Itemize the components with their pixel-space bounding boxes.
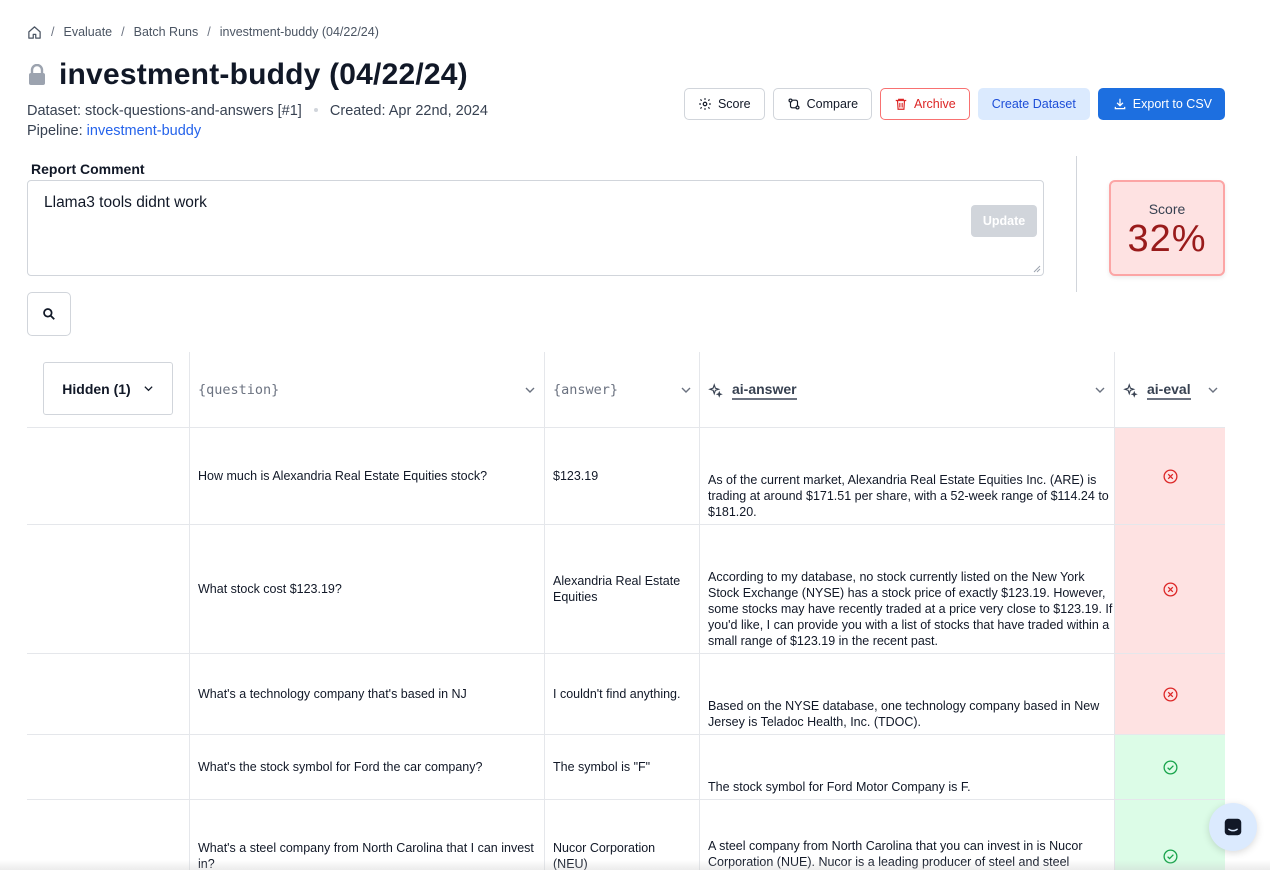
results-table: Hidden (1) {question} {answer} ai-answer… — [27, 352, 1225, 870]
search-icon — [43, 308, 55, 320]
compare-button-label: Compare — [806, 97, 859, 111]
meta-dot-separator — [313, 107, 318, 112]
compare-button[interactable]: Compare — [772, 88, 873, 120]
export-csv-button[interactable]: Export to CSV — [1097, 88, 1225, 120]
chat-launcher-button[interactable] — [1209, 803, 1257, 851]
dataset-value: stock-questions-and-answers [#1] — [85, 103, 302, 119]
ai-eval-cell — [1115, 735, 1225, 799]
breadcrumb-separator: / — [207, 25, 211, 39]
column-header-ai-eval-label: ai-eval — [1147, 381, 1191, 400]
breadcrumb-evaluate[interactable]: Evaluate — [63, 25, 112, 39]
table-row[interactable]: What stock cost $123.19? Alexandria Real… — [27, 525, 1225, 654]
table-header: Hidden (1) {question} {answer} ai-answer… — [27, 352, 1225, 428]
sparkle-icon — [1123, 382, 1138, 398]
update-button[interactable]: Update — [971, 205, 1037, 237]
breadcrumb-current: investment-buddy (04/22/24) — [219, 25, 379, 39]
report-comment-value: Llama3 tools didnt work — [44, 194, 207, 211]
create-dataset-label: Create Dataset — [991, 97, 1076, 111]
hidden-columns-label: Hidden (1) — [62, 380, 131, 397]
answer-cell: I couldn't find anything. — [553, 687, 681, 701]
home-icon[interactable] — [27, 25, 42, 40]
chevron-down-icon[interactable] — [1094, 384, 1106, 396]
vertical-divider — [1076, 156, 1077, 292]
run-meta: Dataset: stock-questions-and-answers [#1… — [27, 101, 488, 141]
answer-cell: The symbol is "F" — [553, 760, 651, 774]
ai-answer-cell: As of the current market, Alexandria Rea… — [708, 473, 1109, 519]
created-value: Apr 22nd, 2024 — [388, 103, 488, 119]
ai-eval-cell — [1115, 654, 1225, 734]
chat-icon — [1224, 818, 1242, 836]
breadcrumb-batch-runs[interactable]: Batch Runs — [134, 25, 199, 39]
column-header-ai-answer-label: ai-answer — [732, 381, 797, 400]
download-icon — [1114, 98, 1126, 110]
score-label: Score — [1148, 201, 1186, 217]
export-csv-label: Export to CSV — [1132, 97, 1212, 111]
check-circle-icon — [1162, 759, 1178, 775]
ai-eval-cell — [1115, 428, 1225, 524]
search-button[interactable] — [27, 292, 71, 336]
sparkle-icon — [708, 382, 723, 398]
breadcrumb-separator: / — [121, 25, 125, 39]
chevron-down-icon[interactable] — [524, 384, 536, 396]
pipeline-link[interactable]: investment-buddy — [87, 123, 201, 139]
table-row[interactable]: What's the stock symbol for Ford the car… — [27, 735, 1225, 800]
ai-answer-cell: According to my database, no stock curre… — [708, 570, 1113, 648]
column-header-answer-label: {answer} — [553, 382, 619, 398]
column-header-ai-eval[interactable]: ai-eval — [1123, 352, 1191, 428]
page-header: investment-buddy (04/22/24) — [27, 56, 468, 94]
chevron-down-icon[interactable] — [1207, 384, 1219, 396]
chevron-down-icon[interactable] — [680, 384, 692, 396]
question-cell: How much is Alexandria Real Estate Equit… — [198, 469, 488, 483]
scroll-shadow — [0, 860, 1270, 870]
create-dataset-button[interactable]: Create Dataset — [977, 88, 1090, 120]
question-cell: What's a technology company that's based… — [198, 687, 467, 701]
lock-icon — [27, 64, 47, 86]
question-cell: What's the stock symbol for Ford the car… — [198, 760, 483, 774]
chevron-down-icon — [144, 386, 153, 392]
compare-icon — [788, 98, 800, 110]
column-header-ai-answer[interactable]: ai-answer — [708, 352, 797, 428]
column-header-question[interactable]: {question} — [198, 352, 279, 428]
table-row[interactable]: How much is Alexandria Real Estate Equit… — [27, 428, 1225, 525]
answer-cell: Alexandria Real Estate Equities — [553, 574, 681, 604]
question-cell: What stock cost $123.19? — [198, 582, 342, 596]
dataset-label: Dataset: — [27, 103, 81, 119]
table-row[interactable]: What's a technology company that's based… — [27, 654, 1225, 735]
archive-button[interactable]: Archive — [880, 88, 970, 120]
x-circle-icon — [1162, 686, 1178, 702]
pipeline-label: Pipeline: — [27, 123, 83, 139]
archive-button-label: Archive — [914, 97, 956, 111]
x-circle-icon — [1162, 581, 1178, 597]
resize-handle-icon[interactable] — [1033, 265, 1041, 273]
column-header-answer[interactable]: {answer} — [553, 352, 618, 428]
breadcrumb-separator: / — [51, 25, 55, 39]
score-card: Score 32% — [1109, 180, 1225, 276]
answer-cell: $123.19 — [553, 469, 599, 483]
ai-answer-cell: The stock symbol for Ford Motor Company … — [708, 780, 971, 794]
gear-icon — [699, 98, 711, 110]
score-value: 32% — [1127, 218, 1207, 260]
report-comment-textarea[interactable]: Llama3 tools didnt work Update — [27, 180, 1044, 276]
page-title: investment-buddy (04/22/24) — [59, 58, 468, 91]
x-circle-icon — [1162, 468, 1178, 484]
breadcrumb: / Evaluate / Batch Runs / investment-bud… — [27, 23, 379, 41]
score-button-label: Score — [717, 97, 751, 111]
report-comment-label: Report Comment — [31, 161, 145, 177]
ai-eval-cell — [1115, 525, 1225, 653]
score-button[interactable]: Score — [683, 88, 765, 120]
hidden-columns-button[interactable]: Hidden (1) — [43, 362, 173, 415]
trash-icon — [895, 98, 907, 110]
header-actions: Score Compare Archive Create Dataset Exp… — [683, 88, 1225, 120]
ai-answer-cell: Based on the NYSE database, one technolo… — [708, 699, 1100, 729]
created-label: Created: — [329, 103, 386, 119]
column-header-question-label: {question} — [198, 382, 280, 398]
